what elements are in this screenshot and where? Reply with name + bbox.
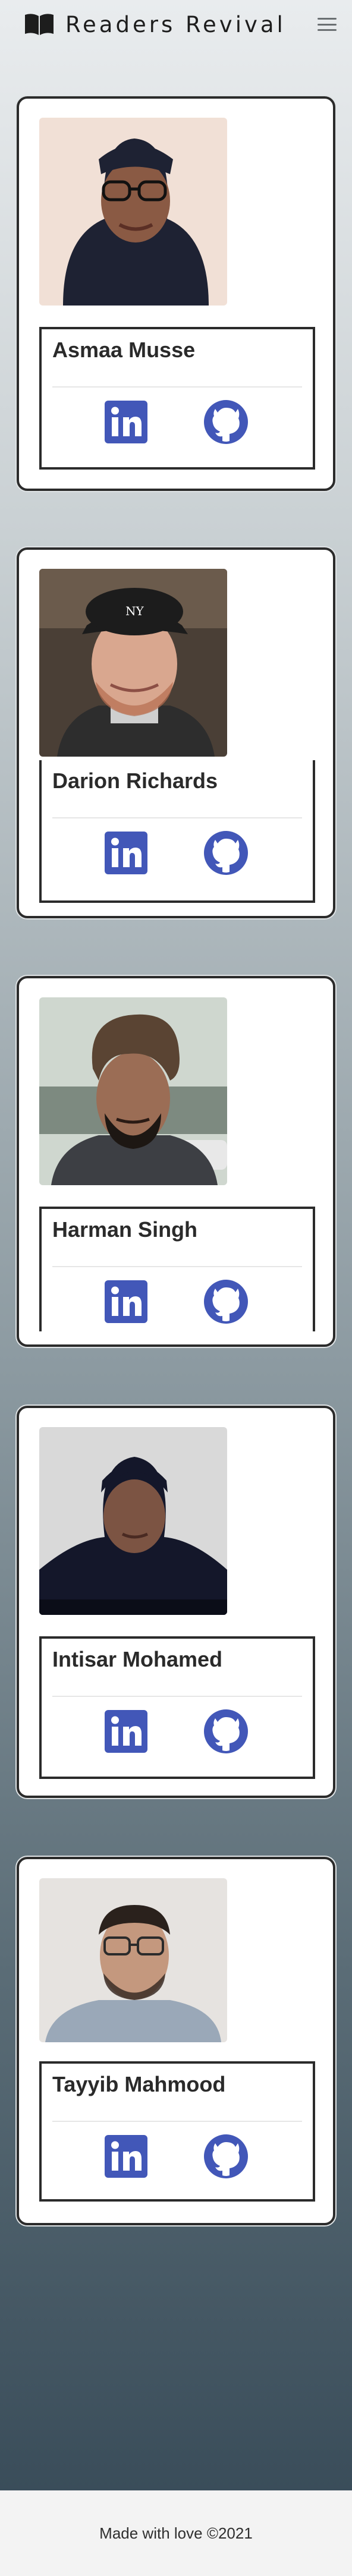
linkedin-icon[interactable]: [105, 2135, 147, 2178]
github-icon[interactable]: [203, 830, 249, 876]
member-info: Tayyib Mahmood: [39, 2061, 315, 2202]
footer: Made with love ©2021: [0, 2490, 352, 2576]
github-icon[interactable]: [203, 399, 249, 445]
github-icon[interactable]: [203, 1279, 249, 1324]
member-photo: [39, 118, 227, 306]
footer-text: Made with love ©2021: [99, 2524, 253, 2542]
divider: [52, 386, 302, 388]
linkedin-icon[interactable]: [105, 1710, 147, 1753]
member-info: Asmaa Musse: [39, 327, 315, 470]
brand-title: Readers Revival: [65, 11, 286, 37]
member-photo: [39, 1878, 227, 2042]
team-card: Tayyib Mahmood: [17, 1857, 335, 2225]
member-photo: [39, 997, 227, 1185]
member-name: Darion Richards: [52, 769, 218, 793]
member-info: Darion Richards: [39, 760, 315, 903]
navbar: Readers Revival: [0, 0, 352, 49]
member-photo: NY: [39, 569, 227, 757]
svg-text:NY: NY: [125, 604, 144, 618]
member-name: Tayyib Mahmood: [52, 2072, 226, 2096]
divider: [52, 2121, 302, 2122]
divider: [52, 1696, 302, 1697]
github-icon[interactable]: [203, 2134, 249, 2179]
member-photo: [39, 1427, 227, 1615]
linkedin-icon[interactable]: [105, 1280, 147, 1323]
brand[interactable]: Readers Revival: [24, 12, 286, 37]
linkedin-icon[interactable]: [105, 832, 147, 874]
team-card: Intisar Mohamed: [17, 1406, 335, 1798]
team-card: Harman Singh: [17, 976, 335, 1347]
member-name: Intisar Mohamed: [52, 1647, 223, 1671]
team-card: Asmaa Musse: [17, 96, 335, 491]
linkedin-icon[interactable]: [105, 401, 147, 443]
divider: [52, 1266, 302, 1267]
open-book-icon: [25, 14, 54, 35]
member-info: Intisar Mohamed: [39, 1636, 315, 1779]
member-name: Harman Singh: [52, 1217, 198, 1242]
member-name: Asmaa Musse: [52, 338, 196, 362]
hamburger-menu-icon[interactable]: [318, 18, 337, 31]
divider: [52, 817, 302, 818]
github-icon[interactable]: [203, 1709, 249, 1754]
member-info: Harman Singh: [39, 1207, 315, 1331]
team-card: NY Darion Richards: [17, 547, 335, 918]
